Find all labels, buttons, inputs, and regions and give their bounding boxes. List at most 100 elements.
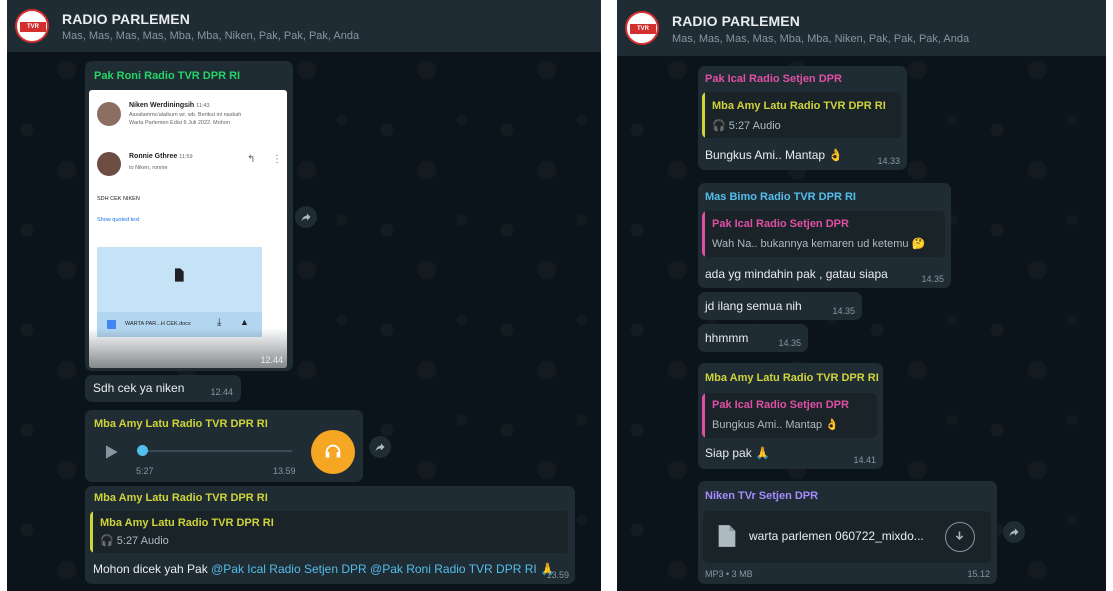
quoted-message[interactable]: Mba Amy Latu Radio TVR DPR RI 🎧 5:27 Aud… [90,511,568,553]
group-avatar[interactable]: TVR RADIO [625,11,659,45]
voice-message[interactable]: Mba Amy Latu Radio TVR DPR RI 5:27 13.59 [85,410,363,482]
group-avatar-logo-text: TVR RADIO [20,22,46,40]
document-icon [175,268,184,282]
reply-icon: ↰ [247,154,256,165]
message-time: 12.44 [210,387,233,397]
message-time: 14.35 [832,306,855,316]
message-time: 15.12 [967,569,990,579]
group-avatar-logo-text: TVR RADIO [630,24,656,42]
message-sender: Niken TVr Setjen DPR [705,490,819,502]
email-avatar [97,152,121,176]
group-title: RADIO PARLEMEN [62,11,190,27]
play-button[interactable] [101,442,121,462]
quote-bar [702,211,705,257]
message-time: 14.33 [877,156,900,166]
email-body: SDH CEK NIKEN [97,196,140,202]
file-name: warta parlemen 060722_mixdo... [749,529,924,543]
headphones-icon: 🎧 [100,535,117,547]
quote-bar [702,393,705,438]
email-to: to Niken, ronnie [129,165,168,171]
more-vert-icon: ⋮ [272,154,282,165]
mention[interactable]: @Pak Ical Radio Setjen DPR [211,562,367,576]
message-time: 14.41 [853,455,876,465]
document-message[interactable]: Niken TVr Setjen DPR warta parlemen 0607… [698,481,997,584]
email-line-1: Assalammu'alaikum wr. wb. Berikut ini na… [129,112,242,118]
group-members: Mas, Mas, Mas, Mas, Mba, Mba, Niken, Pak… [62,30,360,42]
message-sender: Mas Bimo Radio TVR DPR RI [705,191,856,203]
quote-sender: Mba Amy Latu Radio TVR DPR RI [712,100,886,112]
audio-avatar [311,430,355,474]
attachment-name: WARTA PAR...H CEK.docx [125,321,191,327]
message-time: 14.35 [778,338,801,348]
audio-scrubber[interactable] [137,445,148,456]
quote-sender: Mba Amy Latu Radio TVR DPR RI [100,517,274,529]
message-text: Sdh cek ya niken [93,381,185,395]
reply-message[interactable]: Pak Ical Radio Setjen DPR Mba Amy Latu R… [698,66,907,170]
quote-text: Bungkus Ami.. Mantap 👌 [712,419,839,431]
forward-button[interactable] [295,206,317,228]
email-from-2: Ronnie Gthree 11:59 [129,153,193,160]
message-sender: Mba Amy Latu Radio TVR DPR RI [94,492,268,504]
message-sender: Mba Amy Latu Radio TVR DPR RI [94,418,268,430]
chat-header[interactable]: TVR RADIO RADIO PARLEMEN Mas, Mas, Mas, … [7,0,601,52]
reply-message[interactable]: Mba Amy Latu Radio TVR DPR RI Pak Ical R… [698,363,883,469]
drive-icon: ▲ [240,317,249,327]
audio-progress-track[interactable] [142,450,292,452]
quoted-message[interactable]: Pak Ical Radio Setjen DPR Wah Na.. bukan… [702,211,945,257]
quote-bar [702,92,705,138]
message-time: 13.59 [273,466,296,476]
email-avatar [97,102,121,126]
download-icon [955,531,964,541]
text-message[interactable]: hhmmm 14.35 [698,324,808,352]
quoted-message[interactable]: Mba Amy Latu Radio TVR DPR RI 🎧 5:27 Aud… [702,92,901,138]
message-time: 12.44 [260,355,283,365]
chat-header[interactable]: TVR RADIO RADIO PARLEMEN Mas, Mas, Mas, … [617,0,1106,56]
email-line-2: Warta Parlemen Edisi 6 Juli 2022. Mohon [129,120,230,126]
chat-panel-left: TVR RADIO RADIO PARLEMEN Mas, Mas, Mas, … [7,0,601,591]
group-members: Mas, Mas, Mas, Mas, Mba, Mba, Niken, Pak… [672,33,970,45]
message-text: Mohon dicek yah Pak @Pak Ical Radio Setj… [93,562,555,576]
group-title: RADIO PARLEMEN [672,13,800,29]
text-message[interactable]: jd ilang semua nih 14.35 [698,292,862,320]
mention[interactable]: @Pak Roni Radio TVR DPR RI [370,562,537,576]
quote-sender: Pak Ical Radio Setjen DPR [712,218,849,230]
quote-text: Wah Na.. bukannya kemaren ud ketemu 🤔 [712,238,926,250]
forward-button[interactable] [1003,521,1025,543]
message-sender: Mba Amy Latu Radio TVR DPR RI [705,372,879,384]
file-icon [718,525,736,547]
headphones-icon [325,444,341,458]
forward-icon [301,213,311,222]
quote-text: 🎧 5:27 Audio [712,120,781,132]
text-message[interactable]: Sdh cek ya niken 12.44 [85,375,241,402]
headphones-icon: 🎧 [712,120,729,132]
quoted-message[interactable]: Pak Ical Radio Setjen DPR Bungkus Ami.. … [702,393,877,438]
audio-duration: 5:27 [136,466,154,476]
quote-bar [90,511,93,553]
message-time: 14.35 [921,274,944,284]
forward-button[interactable] [369,436,391,458]
message-text: jd ilang semua nih [705,299,802,313]
message-text: ada yg mindahin pak , gatau siapa [705,267,888,281]
reply-message[interactable]: Mas Bimo Radio TVR DPR RI Pak Ical Radio… [698,183,951,288]
reply-message[interactable]: Mba Amy Latu Radio TVR DPR RI Mba Amy La… [85,486,575,584]
forward-icon [1009,528,1019,537]
download-button[interactable] [945,522,975,552]
chat-panel-right: TVR RADIO RADIO PARLEMEN Mas, Mas, Mas, … [617,0,1106,591]
download-icon: ⤓ [217,317,222,328]
quote-sender: Pak Ical Radio Setjen DPR [712,399,849,411]
group-avatar[interactable]: TVR RADIO [15,9,49,43]
message-text: Bungkus Ami.. Mantap 👌 [705,148,844,162]
message-sender: Pak Ical Radio Setjen DPR [705,73,842,85]
file-card[interactable]: warta parlemen 060722_mixdo... [703,511,991,563]
forward-icon [375,443,385,452]
message-time: 13.59 [546,570,569,580]
quote-text: 🎧 5:27 Audio [100,535,169,547]
message-sender: Pak Roni Radio TVR DPR RI [94,70,241,82]
email-from-1: Niken Werdiningsih 11:43 [129,102,210,109]
file-meta: MP3 • 3 MB [705,569,753,579]
message-text: Siap pak 🙏 [705,446,770,460]
email-screenshot-image[interactable]: Niken Werdiningsih 11:43 Assalammu'alaik… [89,90,287,368]
image-fade [89,328,287,368]
show-quoted-text: Show quoted text [97,217,140,223]
message-text: hhmmm [705,331,749,345]
